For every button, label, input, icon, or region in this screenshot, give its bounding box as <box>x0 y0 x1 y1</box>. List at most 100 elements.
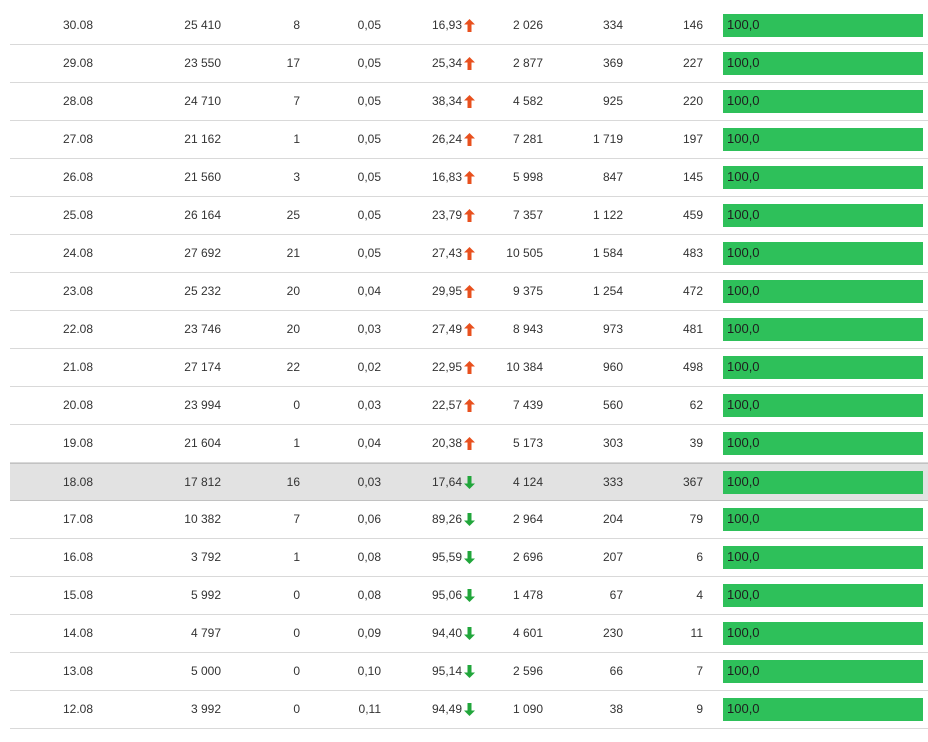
value-e-cell: 4 582 <box>512 94 543 108</box>
date-cell: 13.08 <box>63 664 94 678</box>
progress-bar: 100,0 <box>723 394 923 417</box>
table-row[interactable]: 12.08 3 992 0 0,11 94,49 1 090 38 9 100,… <box>10 691 928 729</box>
table-row[interactable]: 30.08 25 410 8 0,05 16,93 2 026 334 146 … <box>10 7 928 45</box>
percent-cell: 94,40 <box>431 626 462 640</box>
progress-bar: 100,0 <box>723 52 923 75</box>
progress-bar-label: 100,0 <box>727 549 760 564</box>
value-g-cell: 7 <box>696 664 703 678</box>
table-row[interactable]: 23.08 25 232 20 0,04 29,95 9 375 1 254 4… <box>10 273 928 311</box>
value-g-cell: 459 <box>682 208 703 222</box>
table-row[interactable]: 26.08 21 560 3 0,05 16,83 5 998 847 145 … <box>10 159 928 197</box>
table-row[interactable]: 25.08 26 164 25 0,05 23,79 7 357 1 122 4… <box>10 197 928 235</box>
percent-cell: 27,49 <box>431 322 462 336</box>
value-b-cell: 0 <box>293 702 300 716</box>
percent-cell: 95,06 <box>431 588 462 602</box>
arrow-up-icon <box>464 311 476 348</box>
value-f-cell: 369 <box>602 56 623 70</box>
value-e-cell: 10 505 <box>506 246 543 260</box>
value-e-cell: 2 596 <box>512 664 543 678</box>
value-g-cell: 472 <box>682 284 703 298</box>
progress-bar: 100,0 <box>723 546 923 569</box>
progress-cell: 100,0 <box>723 464 923 500</box>
date-cell: 18.08 <box>63 475 94 489</box>
date-cell: 17.08 <box>63 512 94 526</box>
value-a-cell: 4 797 <box>190 626 221 640</box>
progress-bar-label: 100,0 <box>727 17 760 32</box>
arrow-up-icon <box>464 45 476 82</box>
value-f-cell: 333 <box>602 475 623 489</box>
progress-bar-label: 100,0 <box>727 663 760 678</box>
table-row[interactable]: 29.08 23 550 17 0,05 25,34 2 877 369 227… <box>10 45 928 83</box>
progress-bar: 100,0 <box>723 660 923 683</box>
table-row[interactable]: 22.08 23 746 20 0,03 27,49 8 943 973 481… <box>10 311 928 349</box>
table-row[interactable]: 17.08 10 382 7 0,06 89,26 2 964 204 79 1… <box>10 501 928 539</box>
date-cell: 29.08 <box>63 56 94 70</box>
progress-bar: 100,0 <box>723 698 923 721</box>
table-row[interactable]: 18.08 17 812 16 0,03 17,64 4 124 333 367… <box>10 463 928 501</box>
value-e-cell: 7 357 <box>512 208 543 222</box>
value-c-cell: 0,04 <box>357 284 381 298</box>
table-row[interactable]: 20.08 23 994 0 0,03 22,57 7 439 560 62 1… <box>10 387 928 425</box>
progress-cell: 100,0 <box>723 691 923 728</box>
value-a-cell: 27 174 <box>184 360 221 374</box>
progress-cell: 100,0 <box>723 615 923 652</box>
value-c-cell: 0,03 <box>357 322 381 336</box>
value-b-cell: 22 <box>286 360 300 374</box>
value-a-cell: 27 692 <box>184 246 221 260</box>
value-a-cell: 5 992 <box>190 588 221 602</box>
date-cell: 25.08 <box>63 208 94 222</box>
percent-cell: 20,38 <box>431 436 462 450</box>
value-b-cell: 20 <box>286 284 300 298</box>
arrow-up-icon <box>464 83 476 120</box>
date-cell: 30.08 <box>63 18 94 32</box>
value-e-cell: 4 124 <box>512 475 543 489</box>
progress-cell: 100,0 <box>723 501 923 538</box>
value-b-cell: 1 <box>293 550 300 564</box>
date-cell: 27.08 <box>63 132 94 146</box>
date-cell: 20.08 <box>63 398 94 412</box>
value-a-cell: 5 000 <box>190 664 221 678</box>
date-cell: 12.08 <box>63 702 94 716</box>
arrow-down-icon <box>464 615 476 652</box>
value-b-cell: 8 <box>293 18 300 32</box>
table-row[interactable]: 27.08 21 162 1 0,05 26,24 7 281 1 719 19… <box>10 121 928 159</box>
table-row[interactable]: 28.08 24 710 7 0,05 38,34 4 582 925 220 … <box>10 83 928 121</box>
table-row[interactable]: 24.08 27 692 21 0,05 27,43 10 505 1 584 … <box>10 235 928 273</box>
arrow-up-icon <box>464 235 476 272</box>
value-a-cell: 21 162 <box>184 132 221 146</box>
percent-cell: 95,14 <box>431 664 462 678</box>
progress-bar-label: 100,0 <box>727 587 760 602</box>
percent-cell: 89,26 <box>431 512 462 526</box>
value-f-cell: 925 <box>602 94 623 108</box>
value-f-cell: 303 <box>602 436 623 450</box>
date-cell: 21.08 <box>63 360 94 374</box>
value-g-cell: 483 <box>682 246 703 260</box>
table-row[interactable]: 19.08 21 604 1 0,04 20,38 5 173 303 39 1… <box>10 425 928 463</box>
value-f-cell: 38 <box>609 702 623 716</box>
table-row[interactable]: 13.08 5 000 0 0,10 95,14 2 596 66 7 100,… <box>10 653 928 691</box>
value-g-cell: 11 <box>690 626 703 640</box>
value-a-cell: 17 812 <box>184 475 221 489</box>
progress-bar: 100,0 <box>723 356 923 379</box>
date-cell: 15.08 <box>63 588 94 602</box>
value-f-cell: 67 <box>609 588 623 602</box>
progress-bar: 100,0 <box>723 622 923 645</box>
value-c-cell: 0,05 <box>357 94 381 108</box>
value-b-cell: 20 <box>286 322 300 336</box>
table-row[interactable]: 14.08 4 797 0 0,09 94,40 4 601 230 11 10… <box>10 615 928 653</box>
value-f-cell: 204 <box>602 512 623 526</box>
date-cell: 19.08 <box>63 436 94 450</box>
value-a-cell: 25 232 <box>184 284 221 298</box>
progress-bar: 100,0 <box>723 318 923 341</box>
date-cell: 16.08 <box>63 550 94 564</box>
table-row[interactable]: 21.08 27 174 22 0,02 22,95 10 384 960 49… <box>10 349 928 387</box>
table-row[interactable]: 15.08 5 992 0 0,08 95,06 1 478 67 4 100,… <box>10 577 928 615</box>
percent-cell: 25,34 <box>431 56 462 70</box>
value-g-cell: 197 <box>682 132 703 146</box>
value-g-cell: 79 <box>689 512 703 526</box>
value-f-cell: 230 <box>602 626 623 640</box>
value-g-cell: 146 <box>682 18 703 32</box>
date-cell: 28.08 <box>63 94 94 108</box>
progress-bar: 100,0 <box>723 471 923 494</box>
table-row[interactable]: 16.08 3 792 1 0,08 95,59 2 696 207 6 100… <box>10 539 928 577</box>
